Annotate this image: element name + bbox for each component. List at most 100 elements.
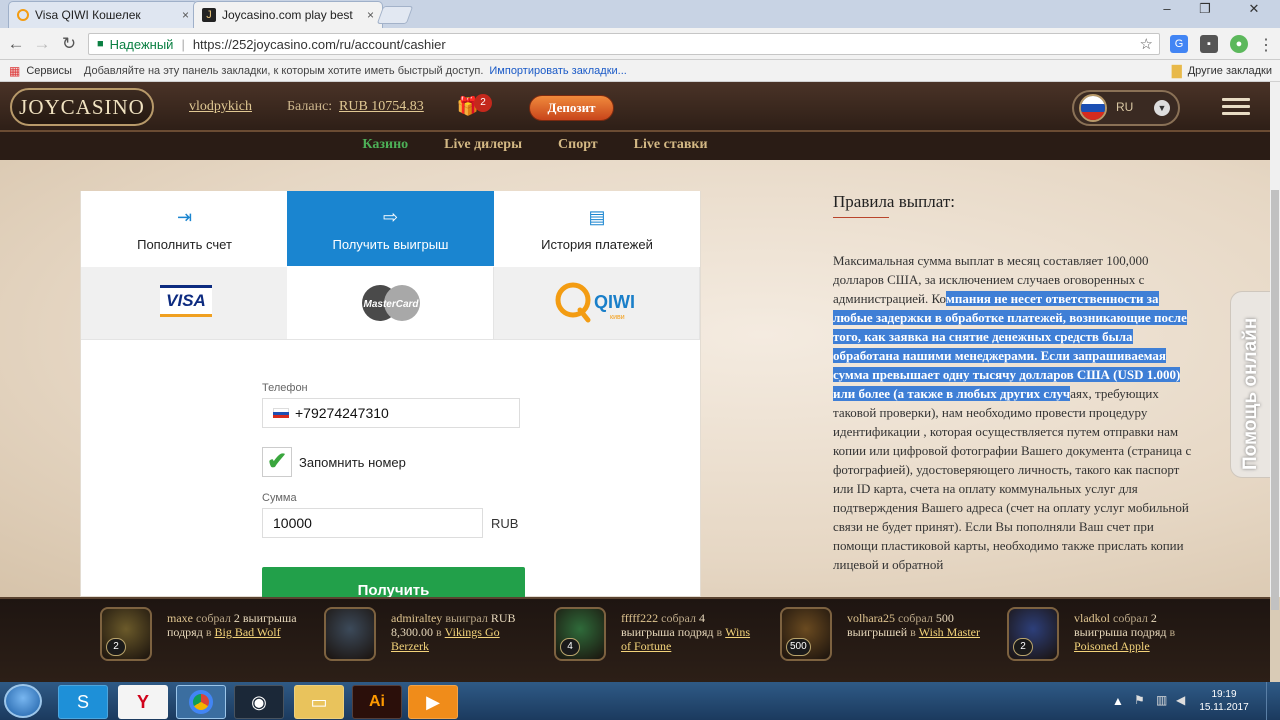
browser-tab-qiwi[interactable]: Visa QIWI Кошелек × [8, 1, 198, 28]
reload-icon[interactable]: ↻ [59, 35, 79, 53]
lock-icon: ■ [97, 38, 104, 50]
apps-link[interactable]: Сервисы [26, 65, 72, 77]
winner-entry: maxe собрал 2 выигрыша подряд в Big Bad … [167, 611, 302, 639]
winner-verb: собрал [661, 611, 696, 625]
amount-label: Сумма [262, 492, 297, 504]
media-player-icon[interactable]: ▶ [408, 685, 458, 719]
winner-game-thumbnail[interactable] [324, 607, 376, 661]
winner-entry: fffff222 собрал 4 выигрыша подряд в Wins… [621, 611, 756, 653]
secure-label: Надежный [109, 36, 174, 52]
other-bookmarks-link[interactable]: Другие закладки [1188, 65, 1272, 77]
tab-deposit[interactable]: ⇥ Пополнить счет [81, 191, 288, 266]
scrollbar-thumb[interactable] [1271, 190, 1279, 610]
flag-icon[interactable]: ⚑ [1134, 693, 1145, 707]
winner-game-link[interactable]: Poisoned Apple [1074, 639, 1150, 653]
nav-casino[interactable]: Казино [362, 132, 408, 160]
deposit-button[interactable]: Депозит [529, 95, 614, 121]
close-tab-icon[interactable]: × [178, 8, 189, 22]
winner-entry: vladkol собрал 2 выигрыша подряд в Poiso… [1074, 611, 1209, 653]
maximize-button[interactable]: ❐ [1190, 0, 1220, 18]
balance-value[interactable]: RUB 10754.83 [339, 99, 424, 115]
close-tab-icon[interactable]: × [363, 8, 374, 22]
skype-icon[interactable]: S [58, 685, 108, 719]
winner-game-thumbnail[interactable]: 4 [554, 607, 606, 661]
nav-live-bets[interactable]: Live ставки [634, 132, 708, 160]
hamburger-menu-icon[interactable] [1222, 98, 1250, 118]
illustrator-icon[interactable]: Ai [352, 685, 402, 719]
winner-verb: собрал [1113, 611, 1148, 625]
help-online-tab[interactable]: Помощь онлайн [1230, 291, 1270, 478]
apps-grid-icon[interactable]: ▦ [9, 64, 20, 78]
show-desktop-button[interactable] [1266, 682, 1280, 720]
rules-title: Правила выплат: [833, 192, 956, 211]
network-icon[interactable]: ▥ [1156, 693, 1167, 707]
amount-input[interactable]: 10000 [262, 508, 483, 538]
remember-checkbox[interactable]: ✔ [262, 447, 292, 477]
tab-withdraw[interactable]: ⇨ Получить выигрыш [287, 191, 494, 266]
winner-prep: в [205, 625, 212, 639]
winner-game-link[interactable]: Wish Master [919, 625, 980, 639]
mastercard-logo: MasterCard [358, 283, 424, 323]
joycasino-logo[interactable]: JOYCASINO [10, 88, 154, 126]
volume-icon[interactable]: ◀ [1176, 693, 1185, 707]
document-icon: ▤ [588, 207, 606, 227]
qiwi-sublabel: киви [610, 314, 625, 321]
chrome-icon[interactable] [176, 685, 226, 719]
start-button[interactable] [4, 684, 42, 718]
win-streak-badge: 500 [786, 638, 811, 656]
nav-live-dealers[interactable]: Live дилеры [444, 132, 522, 160]
minimize-button[interactable]: – [1152, 0, 1182, 18]
phone-input[interactable]: +79274247310 [262, 398, 520, 428]
winner-game-link[interactable]: Big Bad Wolf [214, 625, 280, 639]
steam-icon[interactable]: ◉ [234, 685, 284, 719]
winner-name: admiraltey [391, 611, 443, 625]
amount-value: 10000 [273, 515, 312, 531]
phone-label: Телефон [262, 382, 308, 394]
winner-game-thumbnail[interactable]: 2 [100, 607, 152, 661]
nav-sport[interactable]: Спорт [558, 132, 598, 160]
back-arrow-icon[interactable]: ← [6, 35, 26, 53]
username-link[interactable]: vlodpykich [189, 99, 252, 115]
clock-time: 19:19 [1211, 689, 1237, 700]
browser-tab-title: Joycasino.com play best [222, 8, 353, 22]
winner-prep: в [436, 625, 442, 639]
folder-icon: ▇ [1171, 62, 1182, 78]
tab-label: Получить выигрыш [332, 237, 449, 252]
russia-flag-icon [273, 407, 289, 419]
chevron-down-icon[interactable]: ▼ [1154, 100, 1170, 116]
system-clock[interactable]: 19:19 15.11.2017 [1196, 688, 1252, 714]
win-streak-badge: 2 [1013, 638, 1033, 656]
extension-icon[interactable]: ▪ [1200, 35, 1218, 53]
winner-verb: выиграл [445, 611, 488, 625]
balance-label: Баланс: [287, 99, 333, 114]
tab-history[interactable]: ▤ История платежей [494, 191, 700, 266]
winner-name: vladkol [1074, 611, 1110, 625]
browser-menu-icon[interactable]: ⋮ [1258, 35, 1274, 54]
address-bar[interactable]: ■ Надежный | https://252joycasino.com/ru… [88, 33, 1160, 55]
winner-prep: в [910, 625, 916, 639]
close-window-button[interactable]: ✕ [1232, 0, 1276, 18]
site-nav: Казино Live дилеры Спорт Live ставки [0, 132, 1280, 160]
currency-label: RUB [491, 516, 519, 531]
win-streak-badge: 4 [560, 638, 580, 656]
winner-game-thumbnail[interactable]: 2 [1007, 607, 1059, 661]
browser-tab-joycasino[interactable]: J Joycasino.com play best × [193, 1, 383, 28]
yandex-browser-icon[interactable]: Y [118, 685, 168, 719]
tray-expand-icon[interactable]: ▲ [1112, 694, 1124, 708]
language-code: RU [1116, 100, 1134, 114]
winner-prep: в [716, 625, 723, 639]
winner-entry: volhara25 собрал 500 выигрышей в Wish Ma… [847, 611, 982, 639]
import-bookmarks-link[interactable]: Импортировать закладки... [489, 65, 626, 77]
qiwi-logo: QIWI киви [554, 280, 644, 324]
forward-arrow-icon[interactable]: → [32, 35, 52, 53]
adblock-icon[interactable]: ● [1230, 35, 1248, 53]
bookmark-star-icon[interactable]: ☆ [1140, 35, 1153, 53]
russia-flag-icon [1079, 94, 1107, 122]
winner-game-thumbnail[interactable]: 500 [780, 607, 832, 661]
explorer-folder-icon[interactable]: ▭ [294, 685, 344, 719]
browser-tab-title: Visa QIWI Кошелек [35, 8, 141, 22]
winner-name: maxe [167, 611, 193, 625]
rules-text-selected: мпания не несет ответственности за любые… [833, 291, 1187, 401]
translate-icon[interactable]: G [1170, 35, 1188, 53]
help-label: Помощь онлайн [1240, 317, 1261, 470]
